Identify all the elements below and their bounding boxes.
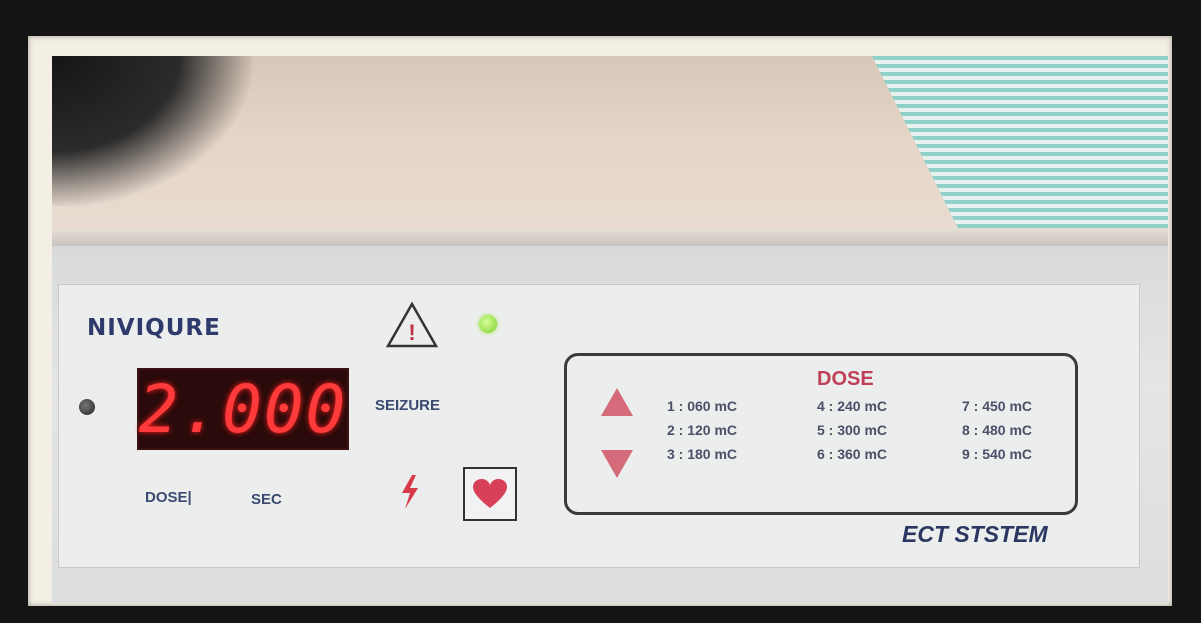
dose-option: 1 : 060 mC [667, 398, 738, 414]
seizure-label: SEIZURE [375, 397, 441, 414]
dose-option: 9 : 540 mC [962, 446, 1033, 462]
background-shadow [52, 56, 252, 206]
lightning-bolt-icon [402, 475, 418, 509]
sec-button-label[interactable]: SEC [251, 491, 282, 508]
led-display: 2.000 [137, 368, 349, 450]
arrow-down-icon[interactable] [599, 448, 635, 480]
dose-option: 2 : 120 mC [667, 422, 738, 438]
dose-option: 5 : 300 mC [817, 422, 888, 438]
device-front: NIVIQURE 2.000 SEIZURE DOSE| SEC ! DOSE … [52, 246, 1168, 603]
system-label: ECT STSTEM [902, 521, 1048, 547]
dose-title: DOSE [817, 368, 874, 390]
dose-option: 3 : 180 mC [667, 446, 738, 462]
dose-panel: DOSE 1 : 060 mC 4 : 240 mC 7 : 450 mC 2 … [564, 353, 1078, 515]
control-panel: NIVIQURE 2.000 SEIZURE DOSE| SEC ! DOSE … [58, 284, 1140, 568]
dose-option: 8 : 480 mC [962, 422, 1033, 438]
display-value: 2.000 [138, 370, 348, 448]
dose-option: 7 : 450 mC [962, 398, 1033, 414]
svg-text:!: ! [408, 320, 415, 345]
arrow-up-icon[interactable] [599, 386, 635, 418]
dose-option: 4 : 240 mC [817, 398, 888, 414]
dose-options: 1 : 060 mC 4 : 240 mC 7 : 450 mC 2 : 120… [667, 398, 1067, 462]
brand-logo: NIVIQURE [87, 315, 221, 341]
warning-triangle-icon: ! [385, 301, 439, 348]
heart-icon [473, 479, 507, 508]
power-knob[interactable] [79, 399, 95, 415]
heart-button[interactable] [463, 467, 517, 521]
dose-option: 6 : 360 mC [817, 446, 888, 462]
status-light [479, 315, 497, 333]
device-photo: NIVIQURE 2.000 SEIZURE DOSE| SEC ! DOSE … [52, 56, 1168, 603]
dose-button-label[interactable]: DOSE| [145, 489, 192, 506]
lid-edge [52, 228, 1168, 246]
